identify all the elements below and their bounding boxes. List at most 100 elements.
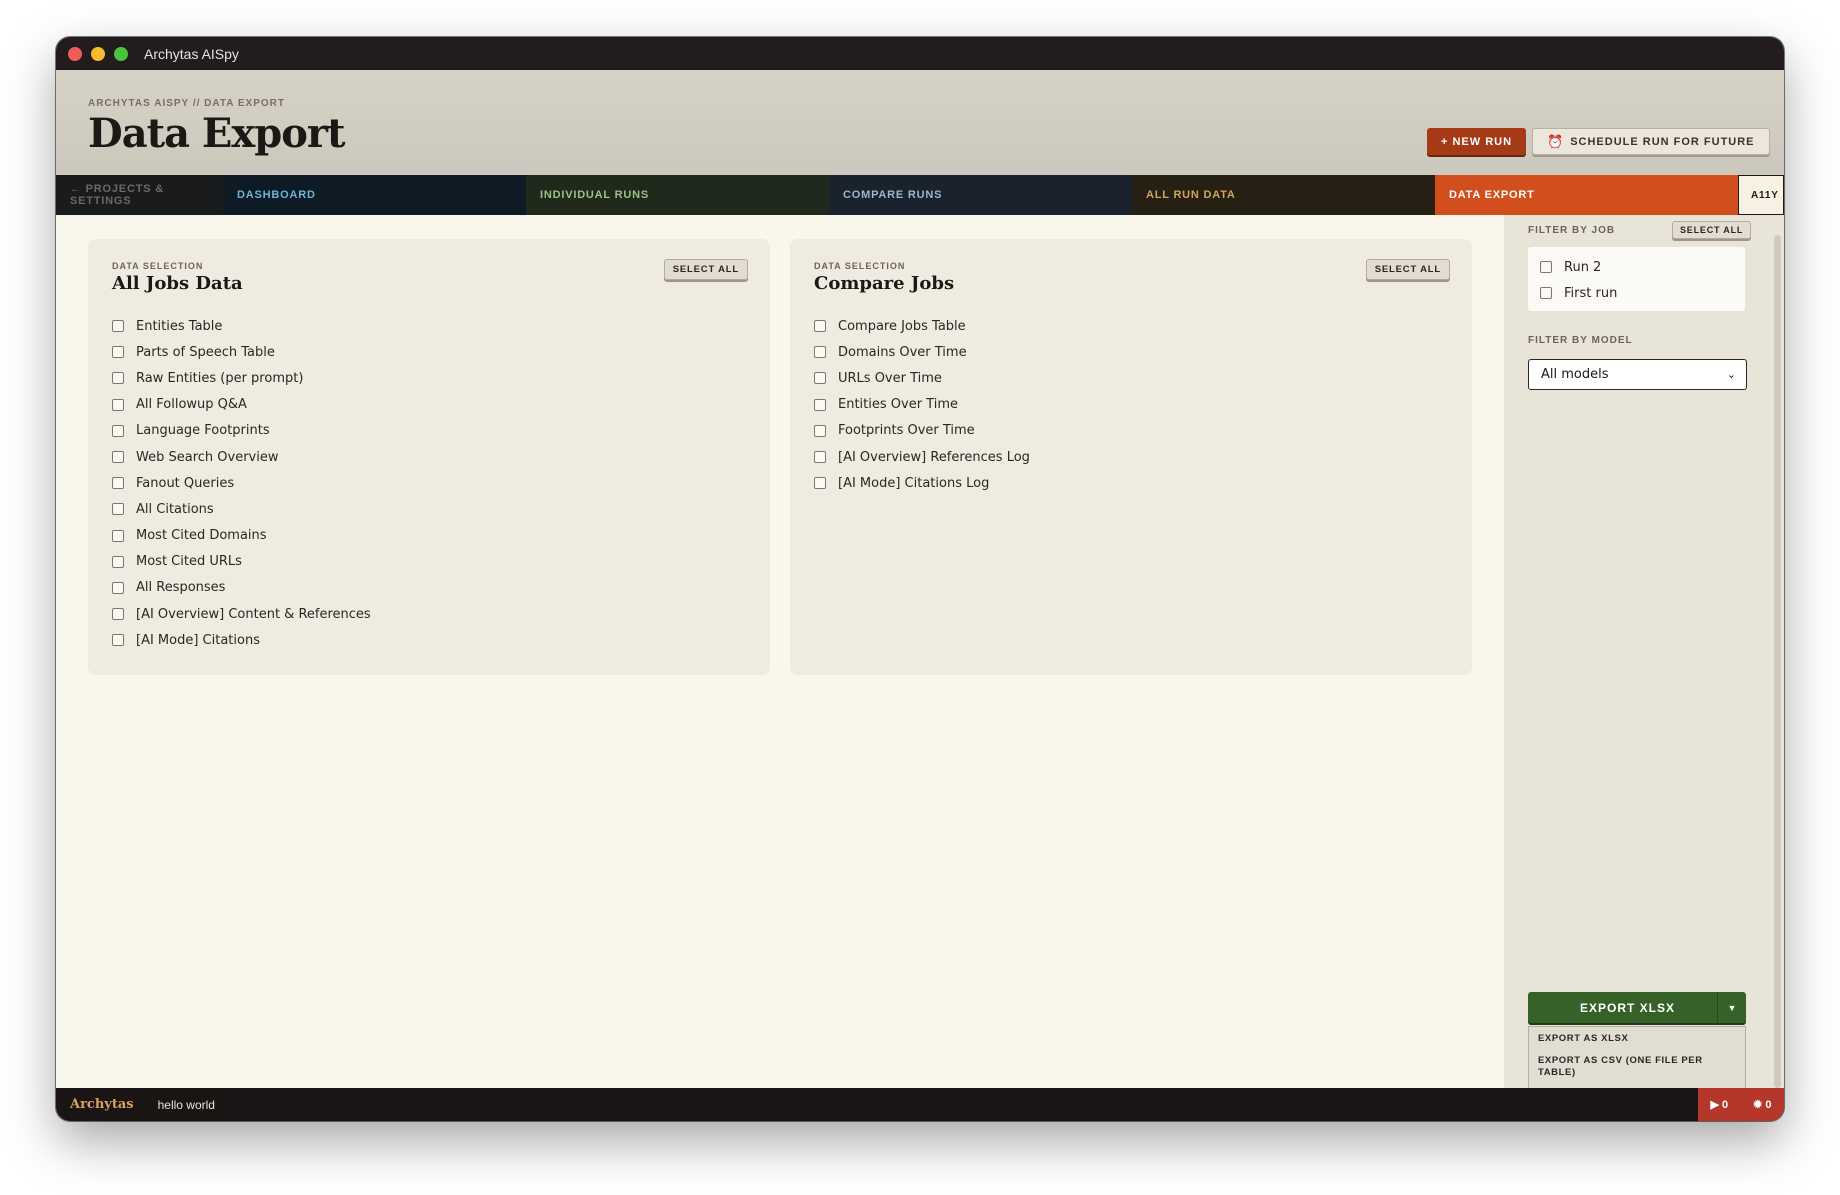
tab-data-export[interactable]: DATA EXPORT	[1435, 175, 1738, 215]
tab-all-run-data[interactable]: ALL RUN DATA	[1132, 175, 1435, 215]
select-all-button[interactable]: SELECT ALL	[663, 259, 748, 280]
breadcrumb: ARCHYTAS AISPY // DATA EXPORT	[88, 98, 285, 109]
checkbox[interactable]	[814, 477, 826, 490]
checkbox[interactable]	[814, 372, 826, 385]
checkbox-label: [AI Mode] Citations	[136, 632, 260, 648]
chevron-down-icon: ⌄	[1726, 368, 1736, 381]
checklist-item[interactable]: All Citations	[112, 496, 371, 522]
select-all-button[interactable]: SELECT ALL	[1365, 259, 1450, 280]
main-content: DATA SELECTION All Jobs Data SELECT ALL …	[56, 215, 1784, 1088]
model-select[interactable]: All models ⌄	[1528, 359, 1747, 390]
job-filter-item[interactable]: Run 2	[1540, 257, 1601, 277]
checklist-item[interactable]: URLs Over Time	[814, 365, 1030, 391]
checkbox-label: Footprints Over Time	[838, 423, 975, 439]
panel-title: Compare Jobs	[814, 273, 955, 294]
checkbox[interactable]	[112, 608, 124, 621]
checkbox[interactable]	[814, 398, 826, 411]
checklist-item[interactable]: All Responses	[112, 575, 371, 601]
checkbox[interactable]	[112, 451, 124, 464]
checkbox-label: All Followup Q&A	[136, 397, 247, 413]
export-dropdown-caret-icon[interactable]: ▼	[1717, 992, 1746, 1023]
all-jobs-panel: DATA SELECTION All Jobs Data SELECT ALL …	[88, 239, 770, 675]
alarm-clock-icon: ⏰	[1547, 133, 1565, 149]
checklist-item[interactable]: Fanout Queries	[112, 470, 371, 496]
checkbox[interactable]	[112, 346, 124, 359]
checkbox-label: Entities Over Time	[838, 397, 958, 413]
checkbox[interactable]	[814, 451, 826, 464]
tab-compare-runs[interactable]: COMPARE RUNS	[829, 175, 1132, 215]
title-bar: Archytas AISpy	[56, 37, 1784, 70]
checkbox[interactable]	[112, 529, 124, 542]
checkbox[interactable]	[814, 346, 826, 359]
checklist-item[interactable]: [AI Overview] Content & References	[112, 601, 371, 627]
checkbox-label: Most Cited Domains	[136, 528, 267, 544]
checkbox[interactable]	[112, 634, 124, 647]
checkbox-label: Raw Entities (per prompt)	[136, 370, 304, 386]
model-select-value: All models	[1541, 367, 1609, 382]
checklist-item[interactable]: All Followup Q&A	[112, 392, 371, 418]
checklist-item[interactable]: Domains Over Time	[814, 339, 1030, 365]
checklist-item[interactable]: Most Cited URLs	[112, 549, 371, 575]
checkbox[interactable]	[814, 320, 826, 333]
checkbox-label: [AI Mode] Citations Log	[838, 475, 990, 491]
schedule-run-button[interactable]: ⏰ SCHEDULE RUN FOR FUTURE	[1532, 128, 1770, 155]
a11y-toggle[interactable]: A11Y	[1738, 175, 1784, 215]
checklist-item[interactable]: [AI Overview] References Log	[814, 444, 1030, 470]
nav-projects-settings[interactable]: ← PROJECTS & SETTINGS	[56, 175, 223, 215]
checklist-item[interactable]: Entities Table	[112, 313, 371, 339]
checkbox-label: Domains Over Time	[838, 344, 967, 360]
checkbox[interactable]	[112, 398, 124, 411]
checklist-item[interactable]: Entities Over Time	[814, 392, 1030, 418]
all-jobs-checklist: Entities Table Parts of Speech Table Raw…	[112, 313, 371, 653]
checklist-item[interactable]: [AI Mode] Citations	[112, 627, 371, 653]
tab-dashboard[interactable]: DASHBOARD	[223, 175, 526, 215]
export-as-xlsx-item[interactable]: EXPORT AS XLSX	[1538, 1033, 1728, 1045]
checkbox[interactable]	[112, 424, 124, 437]
bug-icon: ✹	[1753, 1099, 1763, 1111]
status-counts[interactable]: ▶ 0 ✹ 0	[1698, 1088, 1784, 1121]
tab-individual-runs[interactable]: INDIVIDUAL RUNS	[526, 175, 829, 215]
checkbox-label: All Citations	[136, 501, 214, 517]
export-menu: EXPORT AS XLSX EXPORT AS CSV (ONE FILE P…	[1528, 1026, 1746, 1088]
checkbox[interactable]	[112, 503, 124, 516]
new-run-button[interactable]: + NEW RUN	[1427, 128, 1527, 155]
checkbox-label: Fanout Queries	[136, 475, 235, 491]
checklist-item[interactable]: Web Search Overview	[112, 444, 371, 470]
checklist-item[interactable]: Compare Jobs Table	[814, 313, 1030, 339]
zoom-window-button[interactable]	[114, 46, 128, 61]
export-xlsx-button[interactable]: EXPORT XLSX	[1528, 992, 1717, 1023]
panel-title: All Jobs Data	[112, 273, 243, 294]
checkbox[interactable]	[112, 372, 124, 385]
checklist-item[interactable]: Footprints Over Time	[814, 418, 1030, 444]
checkbox-label: All Responses	[136, 580, 226, 596]
checkbox[interactable]	[1540, 261, 1552, 273]
checkbox-label: Most Cited URLs	[136, 554, 242, 570]
checkbox[interactable]	[814, 424, 826, 437]
checkbox[interactable]	[1540, 287, 1552, 299]
select-all-jobs-button[interactable]: SELECT ALL	[1672, 221, 1752, 239]
status-message: hello world	[157, 1097, 215, 1112]
checkbox[interactable]	[112, 581, 124, 594]
export-as-csv-item[interactable]: EXPORT AS CSV (ONE FILE PER TABLE)	[1538, 1055, 1728, 1079]
minimize-window-button[interactable]	[91, 46, 105, 61]
checklist-item[interactable]: Raw Entities (per prompt)	[112, 365, 371, 391]
app-title: Archytas AISpy	[144, 45, 239, 62]
checkbox-label: [AI Overview] Content & References	[136, 606, 371, 622]
checkbox-label: Parts of Speech Table	[136, 344, 275, 360]
checkbox[interactable]	[112, 477, 124, 490]
export-split-button: EXPORT XLSX ▼	[1528, 992, 1746, 1023]
checklist-item[interactable]: Language Footprints	[112, 418, 371, 444]
checklist-item[interactable]: Most Cited Domains	[112, 523, 371, 549]
checkbox[interactable]	[112, 555, 124, 568]
sidebar-scrollbar[interactable]	[1774, 235, 1781, 1088]
page-header: ARCHYTAS AISPY // DATA EXPORT Data Expor…	[56, 70, 1784, 175]
checklist-item[interactable]: Parts of Speech Table	[112, 339, 371, 365]
close-window-button[interactable]	[68, 46, 82, 61]
job-filter-item[interactable]: First run	[1540, 283, 1617, 303]
app-window: Archytas AISpy ARCHYTAS AISPY // DATA EX…	[56, 37, 1784, 1121]
compare-jobs-checklist: Compare Jobs Table Domains Over Time URL…	[814, 313, 1030, 496]
job-filter-list: Run 2 First run	[1528, 247, 1745, 311]
checkbox[interactable]	[112, 320, 124, 333]
checklist-item[interactable]: [AI Mode] Citations Log	[814, 470, 1030, 496]
runs-count: ▶ 0	[1710, 1099, 1729, 1111]
